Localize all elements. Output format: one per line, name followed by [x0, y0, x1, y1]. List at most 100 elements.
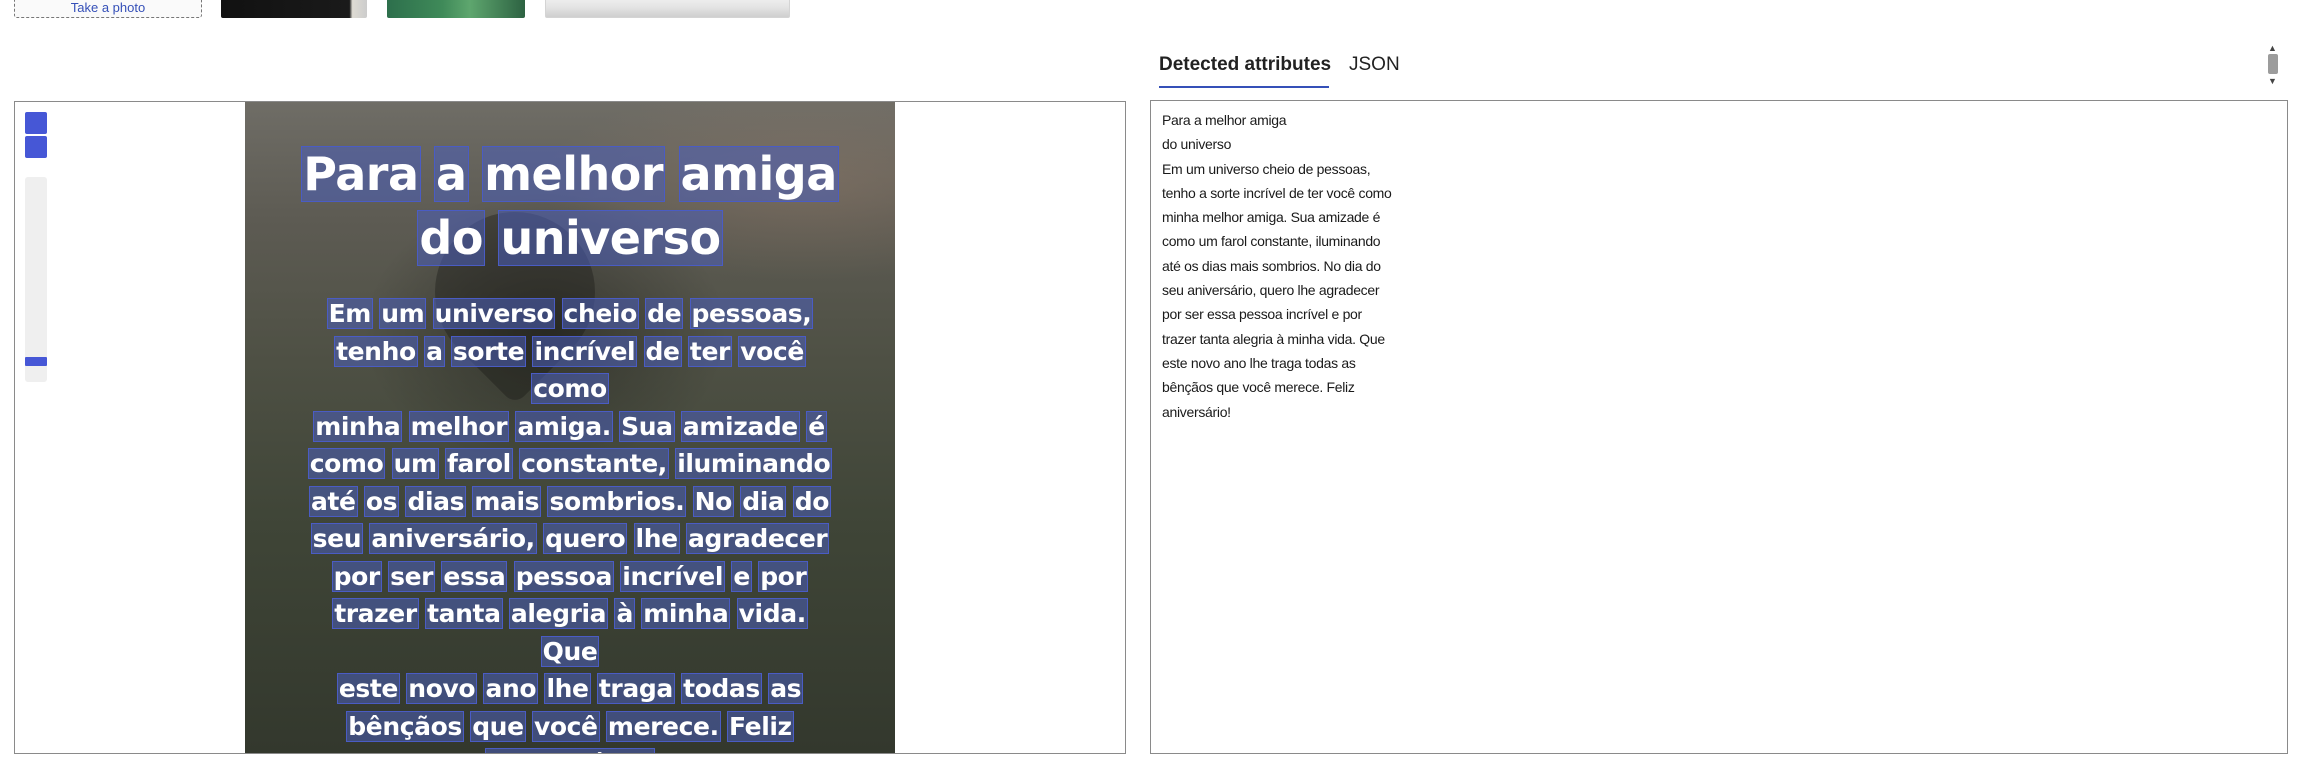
- scroll-down-arrow-icon[interactable]: ▼: [2268, 77, 2277, 86]
- ocr-word-box[interactable]: por: [758, 560, 809, 592]
- ocr-line: seu aniversário, quero lhe agradecer: [305, 520, 835, 558]
- ocr-word-box[interactable]: a: [434, 146, 469, 202]
- tab-json[interactable]: JSON: [1349, 48, 1419, 88]
- ocr-word-box[interactable]: amiga: [678, 146, 839, 202]
- ocr-word-box[interactable]: amizade: [680, 410, 800, 442]
- ocr-word-box[interactable]: iluminando: [675, 448, 833, 479]
- ocr-word-box[interactable]: do: [417, 210, 485, 266]
- ocr-word-box[interactable]: quero: [543, 523, 628, 554]
- ocr-word-box[interactable]: por: [331, 560, 382, 592]
- image-title-text: Para a melhor amiga do universo: [245, 142, 895, 270]
- thumbnail-strip: Take a photo: [0, 0, 2313, 20]
- zoom-out-button[interactable]: [25, 136, 47, 158]
- image-viewer: Para a melhor amiga do universo Em um uni…: [14, 101, 1126, 754]
- ocr-word-box[interactable]: a: [424, 335, 445, 367]
- ocr-word-box[interactable]: você: [738, 335, 806, 367]
- ocr-word-box[interactable]: Sua: [619, 410, 675, 442]
- ocr-word-box[interactable]: agradecer: [685, 523, 830, 554]
- ocr-word-box[interactable]: sorte: [450, 335, 527, 367]
- ocr-word-box[interactable]: farol: [445, 448, 513, 479]
- ocr-word-box[interactable]: um: [379, 298, 427, 329]
- ocr-word-box[interactable]: cheio: [561, 298, 639, 329]
- ocr-word-box[interactable]: de: [645, 298, 684, 329]
- ocr-line: Para a melhor amiga: [245, 142, 895, 206]
- ocr-word-box[interactable]: amiga.: [515, 410, 613, 442]
- ocr-word-box[interactable]: ter: [687, 335, 732, 367]
- ocr-word-box[interactable]: novo: [406, 673, 478, 704]
- sample-image-thumbnail[interactable]: [545, 0, 790, 18]
- ocr-line: aniversário!: [305, 745, 835, 753]
- ocr-word-box[interactable]: minha: [313, 410, 403, 442]
- ocr-word-box[interactable]: e: [731, 560, 752, 592]
- ocr-word-box[interactable]: mais: [472, 485, 542, 517]
- scroll-up-arrow-icon[interactable]: ▲: [2268, 44, 2277, 53]
- ocr-word-box[interactable]: traga: [596, 673, 675, 704]
- ocr-word-box[interactable]: lhe: [633, 523, 680, 554]
- zoom-slider-handle[interactable]: [25, 357, 47, 366]
- ocr-word-box[interactable]: que: [470, 710, 526, 742]
- sample-image-thumbnail[interactable]: [221, 0, 367, 18]
- sample-image-thumbnail[interactable]: [387, 0, 525, 18]
- tab-detected-attributes[interactable]: Detected attributes: [1159, 48, 1331, 88]
- ocr-word-box[interactable]: constante,: [519, 448, 669, 479]
- ocr-word-box[interactable]: ser: [388, 560, 436, 592]
- ocr-word-box[interactable]: Que: [540, 635, 600, 667]
- ocr-word-box[interactable]: incrível: [532, 335, 638, 367]
- zoom-slider[interactable]: [25, 177, 47, 382]
- ocr-word-box[interactable]: dias: [405, 485, 467, 517]
- ocr-word-box[interactable]: Para: [301, 146, 421, 202]
- ocr-word-box[interactable]: No: [692, 485, 734, 517]
- ocr-line: tenho a sorte incrível de ter você como: [305, 333, 835, 408]
- ocr-word-box[interactable]: um: [391, 448, 439, 479]
- ocr-word-box[interactable]: sombrios.: [547, 485, 687, 517]
- zoom-in-button[interactable]: [25, 112, 47, 134]
- ocr-line: por ser essa pessoa incrível e por: [305, 558, 835, 596]
- ocr-word-box[interactable]: Feliz: [727, 710, 794, 742]
- ocr-word-box[interactable]: até: [308, 485, 358, 517]
- image-body-text: Em um universo cheio de pessoas, tenho a …: [305, 295, 835, 753]
- ocr-word-box[interactable]: como: [307, 448, 386, 479]
- ocr-word-box[interactable]: melhor: [482, 146, 666, 202]
- ocr-word-box[interactable]: os: [363, 485, 400, 517]
- ocr-word-box[interactable]: universo: [432, 298, 556, 329]
- ocr-word-box[interactable]: é: [806, 410, 827, 442]
- detected-text-output: Para a melhor amiga do universo Em um un…: [1162, 112, 1392, 420]
- ocr-word-box[interactable]: merece.: [605, 710, 721, 742]
- ocr-word-box[interactable]: alegria: [508, 598, 609, 629]
- ocr-word-box[interactable]: universo: [498, 210, 723, 266]
- ocr-word-box[interactable]: minha: [641, 598, 731, 629]
- scroll-thumb[interactable]: [2268, 54, 2278, 74]
- ocr-line: do universo: [245, 206, 895, 270]
- analyzed-image: Para a melhor amiga do universo Em um uni…: [245, 102, 895, 753]
- detected-attributes-panel[interactable]: Para a melhor amiga do universo Em um un…: [1150, 100, 2288, 754]
- ocr-word-box[interactable]: as: [768, 673, 804, 704]
- ocr-word-box[interactable]: de: [643, 335, 682, 367]
- ocr-word-box[interactable]: bênçãos: [346, 710, 464, 742]
- take-photo-button[interactable]: Take a photo: [14, 0, 202, 18]
- ocr-word-box[interactable]: tenho: [334, 335, 418, 367]
- ocr-word-box[interactable]: seu: [310, 523, 364, 554]
- ocr-word-box[interactable]: essa: [441, 560, 508, 592]
- ocr-word-box[interactable]: incrível: [620, 560, 725, 592]
- ocr-line: minha melhor amiga. Sua amizade é: [305, 408, 835, 446]
- ocr-word-box[interactable]: tanta: [425, 598, 503, 629]
- ocr-word-box[interactable]: ano: [483, 673, 539, 704]
- ocr-word-box[interactable]: pessoas,: [689, 298, 814, 329]
- ocr-word-box[interactable]: à: [614, 598, 635, 629]
- ocr-word-box[interactable]: como: [531, 373, 609, 404]
- ocr-word-box[interactable]: trazer: [332, 598, 419, 629]
- ocr-word-box[interactable]: todas: [681, 673, 762, 704]
- ocr-word-box[interactable]: lhe: [544, 673, 591, 704]
- ocr-word-box[interactable]: vida.: [736, 598, 808, 629]
- ocr-word-box[interactable]: Em: [326, 298, 373, 329]
- ocr-word-box[interactable]: aniversário!: [485, 748, 655, 753]
- tabs-scroll-control[interactable]: ▲ ▼: [2266, 44, 2280, 86]
- ocr-word-box[interactable]: aniversário,: [369, 523, 537, 554]
- ocr-word-box[interactable]: pessoa: [513, 560, 614, 592]
- ocr-line: como um farol constante, iluminando: [305, 445, 835, 483]
- ocr-word-box[interactable]: dia: [740, 485, 787, 517]
- ocr-word-box[interactable]: do: [792, 485, 832, 517]
- ocr-word-box[interactable]: melhor: [408, 410, 510, 442]
- ocr-word-box[interactable]: você: [531, 710, 600, 742]
- ocr-word-box[interactable]: este: [336, 673, 400, 704]
